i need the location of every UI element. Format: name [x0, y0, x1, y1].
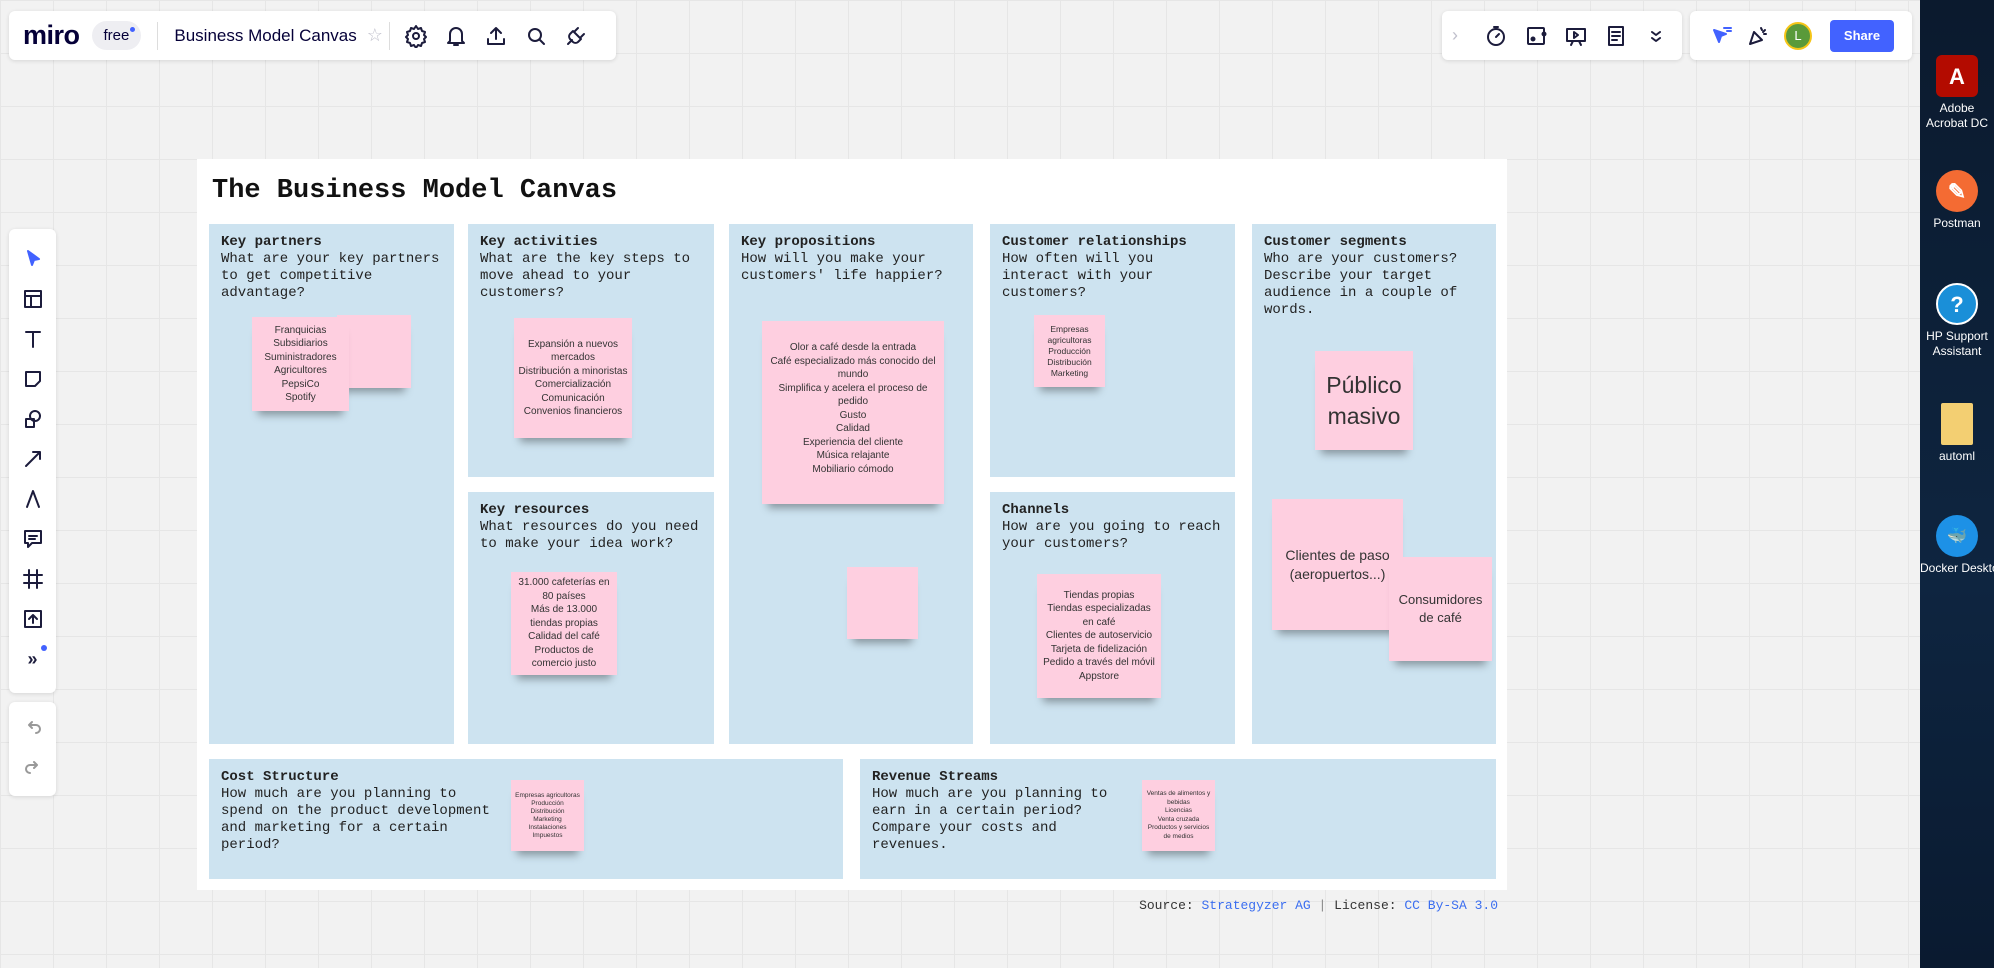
undo-icon[interactable] — [13, 709, 53, 749]
desktop-icon-label: HP Support Assistant — [1926, 329, 1988, 358]
undo-redo-panel — [9, 702, 56, 796]
cell-desc: How will you make your customers' life h… — [741, 251, 943, 284]
upload-icon[interactable] — [13, 599, 53, 639]
desktop-icon-postman[interactable]: ✎ Postman — [1920, 170, 1994, 231]
sticky-note-clientes-de-paso[interactable]: Clientes de paso (aeropuertos...) — [1272, 499, 1403, 630]
sticky-note-cost-structure[interactable]: Empresas agricultoras Producción Distrib… — [511, 780, 584, 851]
sticky-note-key-partners[interactable]: Franquicias Subsidiarios Suministradores… — [252, 317, 349, 411]
desktop-icon-hp-support[interactable]: ? HP Support Assistant — [1920, 283, 1994, 359]
redo-icon[interactable] — [13, 749, 53, 789]
plugin-icon[interactable] — [556, 16, 596, 56]
upload-export-icon[interactable] — [476, 16, 516, 56]
canvas-title: The Business Model Canvas — [212, 176, 618, 206]
sticky-note-customer-relationships[interactable]: Empresas agricultoras Producción Distrib… — [1034, 315, 1105, 387]
sticky-note-revenue-streams[interactable]: Ventas de alimentos y bebidas Licencias … — [1142, 780, 1215, 851]
desktop-icon-label: Adobe Acrobat DC — [1925, 101, 1989, 130]
desktop-icon-label: automl — [1938, 449, 1976, 463]
bell-icon[interactable] — [436, 16, 476, 56]
license-label: License: — [1334, 898, 1397, 913]
celebrate-icon[interactable] — [1740, 16, 1776, 56]
desktop-icon-automl[interactable]: automl — [1920, 403, 1994, 464]
pen-icon[interactable] — [13, 479, 53, 519]
top-tools-bar: › — [1442, 11, 1682, 60]
sticky-note-blank[interactable] — [847, 567, 918, 639]
windows-desktop: A Adobe Acrobat DC ✎ Postman ? HP Support A… — [1920, 0, 1994, 968]
cell-desc: How much are you planning to spend on th… — [221, 786, 490, 853]
sticky-note-key-propositions[interactable]: Olor a café desde la entrada Café especi… — [762, 321, 944, 504]
arrow-line-icon[interactable] — [13, 439, 53, 479]
cell-desc: What are the key steps to move ahead to … — [480, 251, 691, 301]
select-cursor-icon[interactable] — [13, 239, 53, 279]
plan-badge[interactable]: free — [91, 21, 142, 50]
cell-title: Key partners — [221, 234, 322, 250]
desktop-icon-label: Docker Desktop — [1920, 561, 1994, 575]
help-icon: ? — [1936, 283, 1978, 325]
license-link[interactable]: CC By-SA 3.0 — [1404, 898, 1498, 913]
miro-logo[interactable]: miro — [23, 20, 80, 51]
sticky-note-publico-masivo[interactable]: Público masivo — [1315, 351, 1413, 450]
cell-title: Key propositions — [741, 234, 876, 250]
desktop-icon-label: Postman — [1933, 216, 1981, 230]
sticky-note-key-activities[interactable]: Expansión a nuevos mercados Distribución… — [514, 318, 632, 438]
voting-icon[interactable] — [1516, 16, 1556, 56]
source-label: Source: — [1139, 898, 1194, 913]
cell-title: Customer relationships — [1002, 234, 1187, 250]
more-tools-icon[interactable]: » — [13, 639, 53, 679]
cell-title: Key resources — [480, 502, 590, 518]
templates-icon[interactable] — [13, 279, 53, 319]
comment-icon[interactable] — [13, 519, 53, 559]
folder-icon — [1941, 403, 1973, 445]
cell-title: Channels — [1002, 502, 1070, 518]
expand-chevron-icon[interactable]: › — [1452, 25, 1476, 46]
postman-icon: ✎ — [1936, 170, 1978, 212]
footer-separator: | — [1318, 898, 1327, 913]
cell-desc: How often will you interact with your cu… — [1002, 251, 1154, 301]
acrobat-icon: A — [1936, 55, 1978, 97]
canvas-footer: Source: Strategyzer AG | License: CC By-… — [1139, 898, 1498, 913]
desktop-icon-acrobat[interactable]: A Adobe Acrobat DC — [1920, 55, 1994, 131]
cell-desc: How much are you planning to earn in a c… — [872, 786, 1108, 853]
cell-desc: Who are your customers? Describe your ta… — [1264, 251, 1458, 318]
notes-icon[interactable] — [1596, 16, 1636, 56]
share-button[interactable]: Share — [1830, 19, 1894, 52]
sticky-note-consumidores[interactable]: Consumidores de café — [1389, 557, 1492, 661]
cell-desc: How are you going to reach your customer… — [1002, 519, 1221, 552]
source-link[interactable]: Strategyzer AG — [1201, 898, 1310, 913]
cell-title: Key activities — [480, 234, 598, 250]
left-toolbar: » — [9, 229, 56, 693]
cell-title: Customer segments — [1264, 234, 1407, 250]
top-left-toolbar: miro free Business Model Canvas ☆ — [9, 11, 616, 60]
cell-desc: What are your key partners to get compet… — [221, 251, 440, 301]
settings-gear-icon[interactable] — [396, 16, 436, 56]
cell-desc: What resources do you need to make your … — [480, 519, 699, 552]
cell-key-partners[interactable]: Key partners What are your key partners t… — [209, 224, 454, 744]
sticky-note-channels[interactable]: Tiendas propias Tiendas especializadas e… — [1037, 574, 1161, 698]
docker-icon: 🐳 — [1936, 515, 1978, 557]
shapes-icon[interactable] — [13, 399, 53, 439]
search-icon[interactable] — [516, 16, 556, 56]
star-icon[interactable]: ☆ — [367, 25, 383, 46]
cell-customer-segments[interactable]: Customer segments Who are your customers?… — [1252, 224, 1496, 744]
board-title[interactable]: Business Model Canvas — [174, 26, 356, 46]
cursor-filter-icon[interactable] — [1704, 16, 1740, 56]
plan-label: free — [103, 27, 130, 44]
timer-icon[interactable] — [1476, 16, 1516, 56]
text-icon[interactable] — [13, 319, 53, 359]
desktop-icon-docker[interactable]: 🐳 Docker Desktop — [1920, 515, 1994, 576]
sticky-note-key-resources[interactable]: 31.000 cafeterías en 80 países Más de 13… — [511, 572, 617, 675]
presentation-icon[interactable] — [1556, 16, 1596, 56]
frame-icon[interactable] — [13, 559, 53, 599]
cell-customer-relationships[interactable]: Customer relationships How often will you… — [990, 224, 1235, 477]
avatar[interactable]: L — [1784, 21, 1812, 50]
more-chevrons-icon[interactable] — [1636, 16, 1676, 56]
sticky-note-icon[interactable] — [13, 359, 53, 399]
top-collab-bar: L Share — [1690, 11, 1912, 60]
